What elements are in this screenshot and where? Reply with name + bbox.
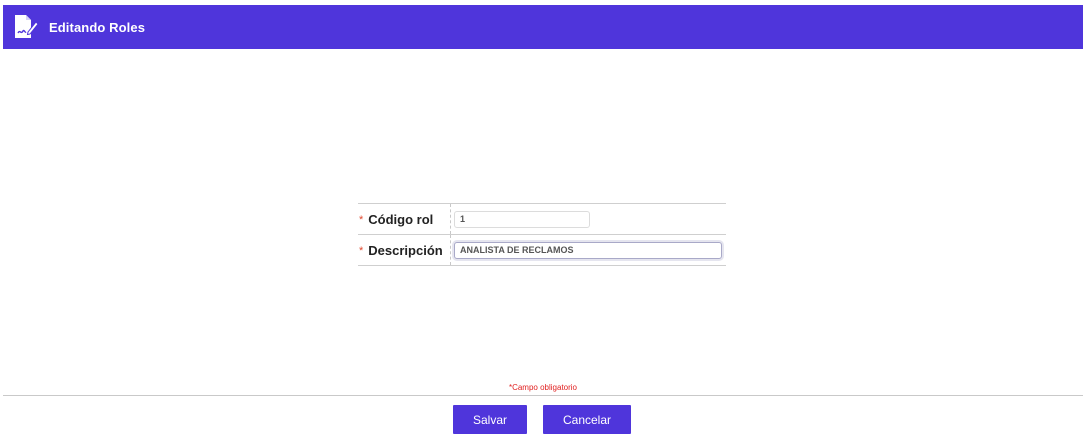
codigo-label: Código rol (368, 211, 434, 227)
form-row-codigo: * Código rol (358, 203, 726, 234)
form-row-descripcion: * Descripción (358, 234, 726, 266)
edit-document-icon (10, 12, 40, 42)
field-cell (451, 204, 726, 234)
label-cell: * Descripción (358, 235, 451, 265)
descripcion-label: Descripción (368, 242, 443, 258)
label-cell: * Código rol (358, 204, 451, 234)
required-field-note: *Campo obligatorio (508, 383, 578, 392)
cancel-button[interactable]: Cancelar (543, 405, 631, 434)
role-form: * Código rol * Descripción (358, 203, 726, 266)
title-bar: Editando Roles (3, 5, 1083, 49)
save-button[interactable]: Salvar (453, 405, 527, 434)
footer-divider (3, 395, 1083, 396)
required-mark: * (359, 214, 364, 226)
required-mark: * (359, 245, 364, 257)
dialog-window: Editando Roles * Código rol * Descripció… (3, 5, 1083, 438)
descripcion-input[interactable] (454, 241, 722, 259)
codigo-rol-input[interactable] (454, 210, 590, 228)
page-title: Editando Roles (49, 19, 146, 35)
field-cell (451, 235, 726, 265)
